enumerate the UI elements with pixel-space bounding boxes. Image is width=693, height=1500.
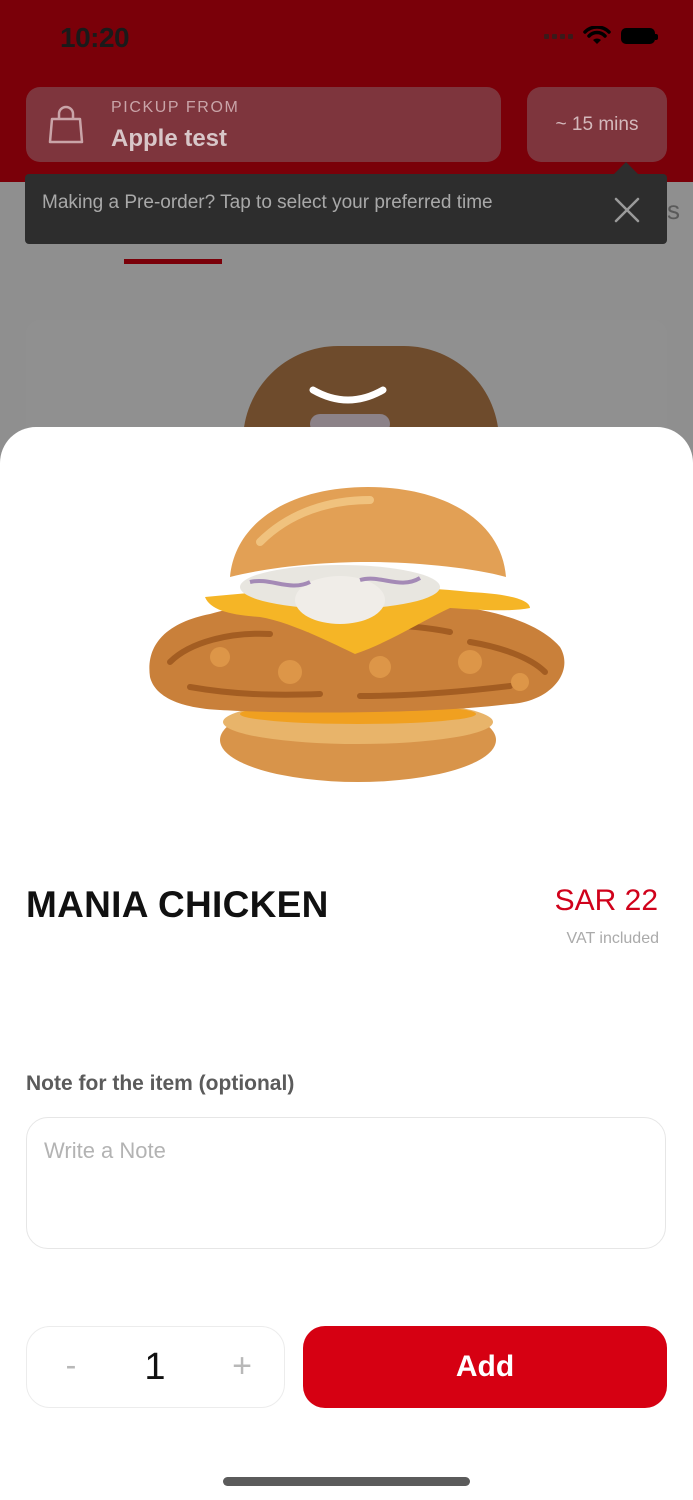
pickup-label: PICKUP FROM bbox=[111, 99, 240, 116]
quantity-stepper: - 1 + bbox=[26, 1326, 285, 1408]
quantity-value: 1 bbox=[144, 1346, 166, 1388]
eta-button[interactable]: ~ 15 mins bbox=[527, 87, 667, 162]
wifi-icon bbox=[583, 26, 611, 44]
add-button-label: Add bbox=[455, 1350, 515, 1383]
eta-text: ~ 15 mins bbox=[555, 113, 639, 135]
vat-note: VAT included bbox=[566, 930, 660, 947]
home-indicator[interactable] bbox=[223, 1477, 470, 1486]
tooltip-text: Making a Pre-order? Tap to select your p… bbox=[42, 192, 493, 213]
product-price: SAR 22 bbox=[554, 884, 658, 917]
product-name: MANIA CHICKEN bbox=[26, 884, 329, 925]
signal-icon bbox=[544, 33, 573, 39]
status-icons bbox=[544, 26, 658, 46]
tab-label-partial: s bbox=[667, 195, 680, 225]
add-to-cart-button[interactable]: Add bbox=[303, 1326, 667, 1408]
store-name: Apple test bbox=[111, 125, 228, 152]
status-time: 10:20 bbox=[60, 22, 130, 53]
active-tab-indicator bbox=[124, 259, 222, 264]
product-image bbox=[149, 487, 565, 782]
note-label: Note for the item (optional) bbox=[26, 1072, 295, 1095]
increase-quantity-button[interactable]: + bbox=[225, 1343, 259, 1391]
decrease-quantity-button[interactable]: - bbox=[55, 1343, 87, 1391]
product-bottom-sheet: MANIA CHICKEN SAR 22 VAT included Note f… bbox=[0, 427, 693, 1500]
chevron-down-icon[interactable] bbox=[309, 384, 387, 408]
app-header: 10:20 PICKUP FROM Apple test ~ 15 mins bbox=[0, 0, 693, 182]
pickup-location-button[interactable]: PICKUP FROM Apple test bbox=[26, 87, 501, 162]
tooltip-arrow bbox=[614, 162, 638, 174]
close-icon[interactable] bbox=[613, 196, 641, 224]
note-input[interactable] bbox=[26, 1117, 666, 1249]
shopping-bag-icon bbox=[48, 105, 84, 144]
battery-icon bbox=[621, 28, 658, 44]
preorder-tooltip[interactable]: Making a Pre-order? Tap to select your p… bbox=[25, 174, 667, 244]
